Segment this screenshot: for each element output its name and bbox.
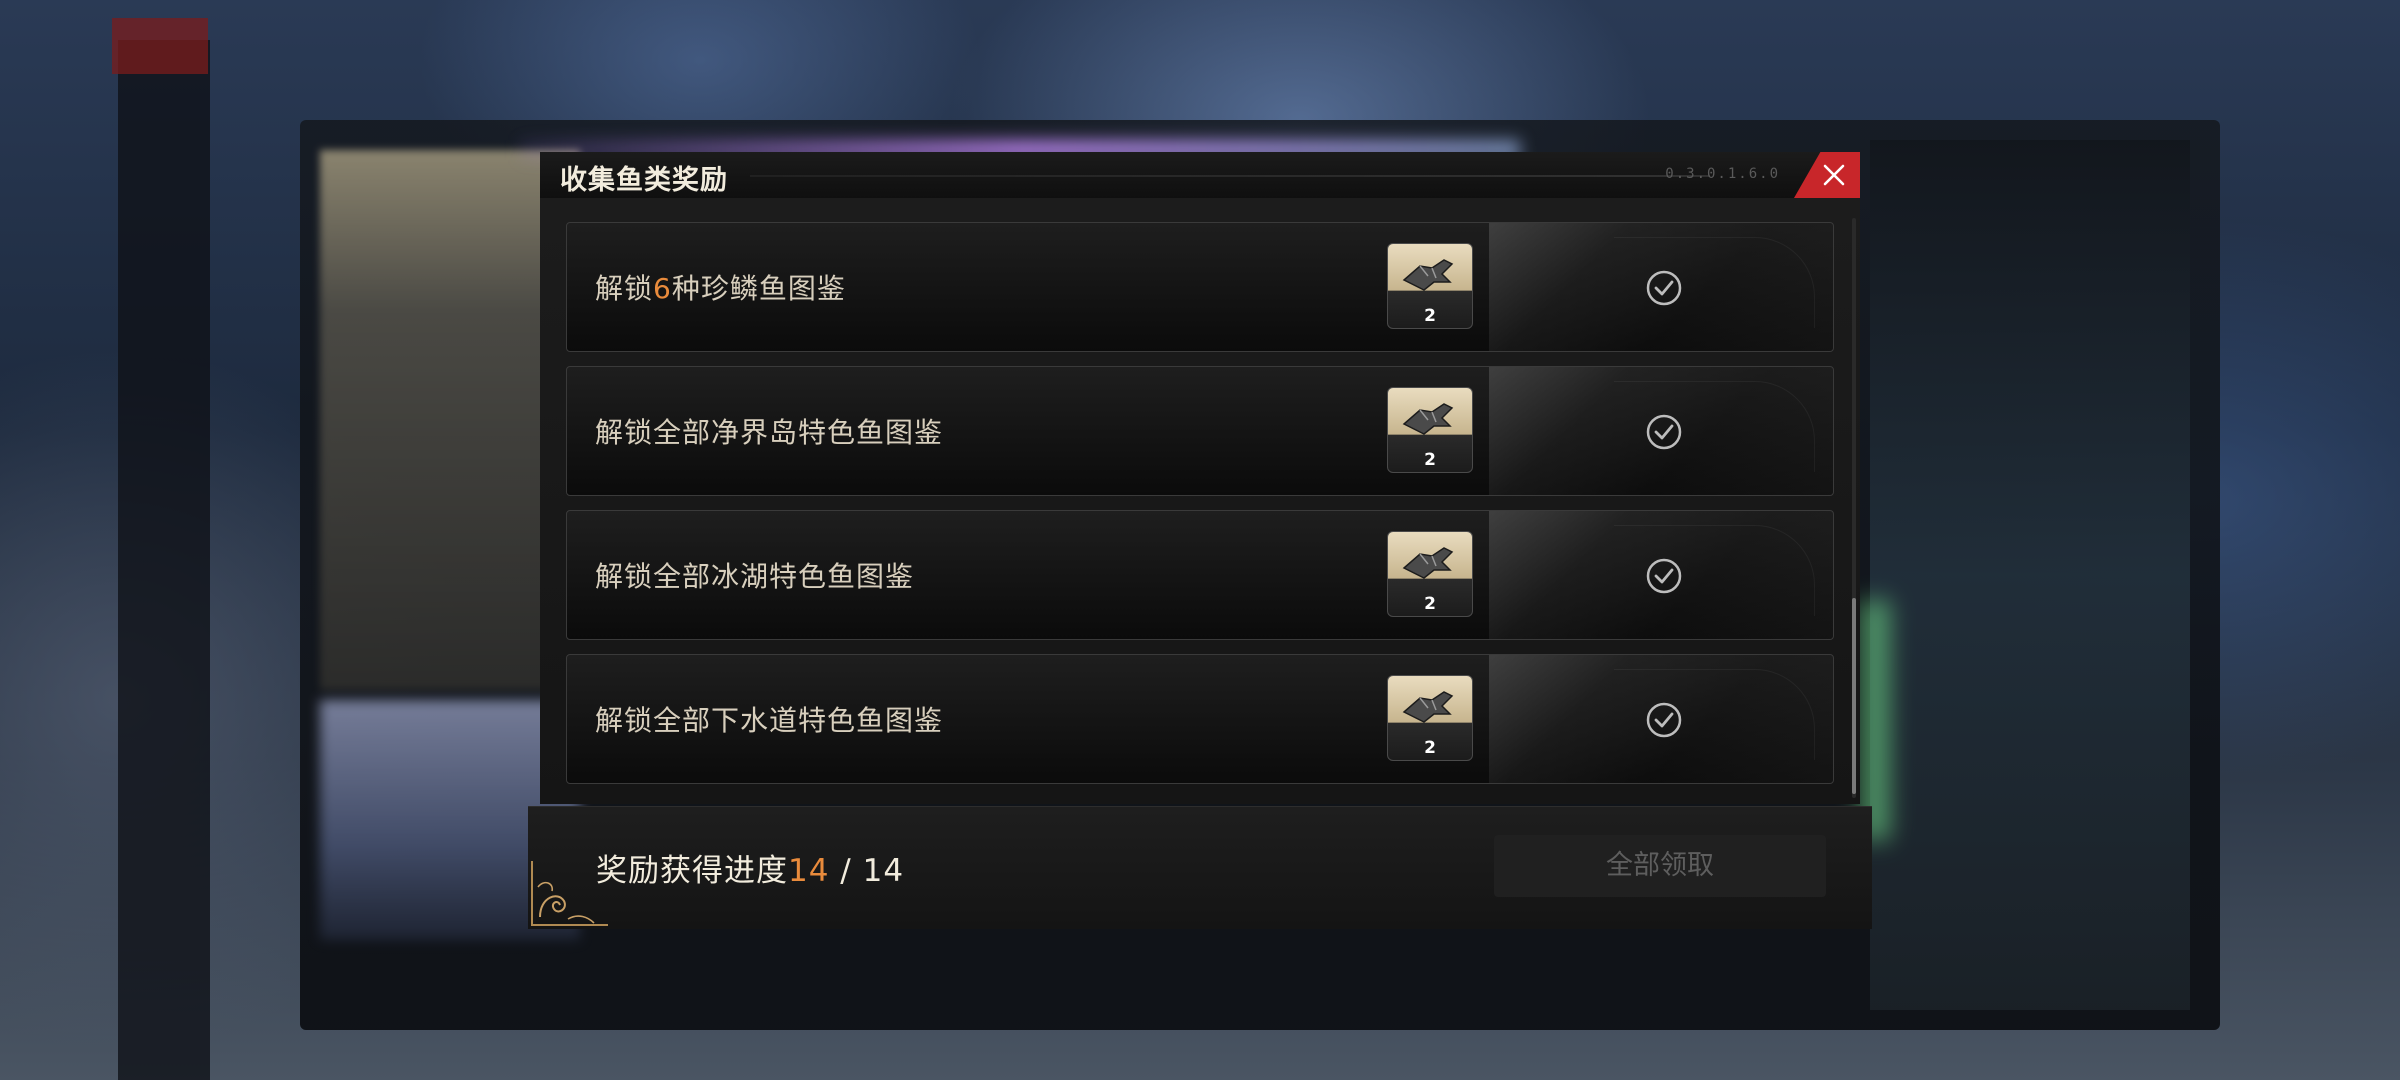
game-screen: 收集鱼类奖励 0.3.0.1.6.0 解锁6种珍鳞鱼图鉴 2 解锁全部净界岛特色…	[0, 0, 2400, 1080]
list-item: 解锁全部冰湖特色鱼图鉴 2	[566, 510, 1834, 640]
background-red-tag	[112, 18, 208, 74]
scrollbar-thumb[interactable]	[1852, 598, 1856, 794]
reward-item-slot[interactable]: 2	[1387, 675, 1473, 761]
reward-footer: 奖励获得进度14 / 14 全部领取	[528, 806, 1872, 929]
claim-status-area	[1489, 367, 1833, 495]
checkmark-circle-icon	[1646, 414, 1682, 450]
item-label: 解锁全部冰湖特色鱼图鉴	[595, 560, 915, 593]
item-label: 解锁全部净界岛特色鱼图鉴	[595, 416, 944, 449]
item-label: 解锁全部下水道特色鱼图鉴	[595, 704, 944, 737]
reward-count: 2	[1424, 738, 1436, 758]
reward-progress: 奖励获得进度14 / 14	[596, 853, 905, 889]
title-code-text: 0.3.0.1.6.0	[1665, 166, 1780, 182]
claim-status-area	[1489, 655, 1833, 783]
reward-item-slot[interactable]: 2	[1387, 243, 1473, 329]
reward-count: 2	[1424, 306, 1436, 326]
reward-count: 2	[1424, 594, 1436, 614]
title-divider	[750, 175, 1710, 177]
checkmark-circle-icon	[1646, 558, 1682, 594]
claim-status-area	[1489, 223, 1833, 351]
fish-collection-reward-dialog: 收集鱼类奖励 0.3.0.1.6.0 解锁6种珍鳞鱼图鉴 2 解锁全部净界岛特色…	[540, 152, 1860, 806]
reward-count: 2	[1424, 450, 1436, 470]
list-item: 解锁6种珍鳞鱼图鉴 2	[566, 222, 1834, 352]
dialog-title-bar: 收集鱼类奖励 0.3.0.1.6.0	[540, 152, 1860, 199]
fishing-lure-icon	[1402, 691, 1454, 723]
list-item: 解锁全部下水道特色鱼图鉴 2	[566, 654, 1834, 784]
close-button[interactable]	[1794, 152, 1860, 198]
claim-all-button[interactable]: 全部领取	[1494, 835, 1826, 897]
fishing-lure-icon	[1402, 403, 1454, 435]
claim-status-area	[1489, 511, 1833, 639]
background-side-menu	[118, 40, 210, 1080]
dialog-title: 收集鱼类奖励	[560, 165, 728, 196]
background-right-panel	[1870, 140, 2190, 1010]
item-label: 解锁6种珍鳞鱼图鉴	[595, 272, 846, 305]
background-green-light	[1860, 600, 1890, 840]
fishing-lure-icon	[1402, 259, 1454, 291]
fishing-lure-icon	[1402, 547, 1454, 579]
reward-list: 解锁6种珍鳞鱼图鉴 2 解锁全部净界岛特色鱼图鉴 2 解锁全部冰湖特色鱼图鉴 2…	[540, 198, 1860, 804]
list-item: 解锁全部净界岛特色鱼图鉴 2	[566, 366, 1834, 496]
reward-item-slot[interactable]: 2	[1387, 531, 1473, 617]
checkmark-circle-icon	[1646, 702, 1682, 738]
reward-item-slot[interactable]: 2	[1387, 387, 1473, 473]
close-icon	[1823, 164, 1845, 186]
checkmark-circle-icon	[1646, 270, 1682, 306]
